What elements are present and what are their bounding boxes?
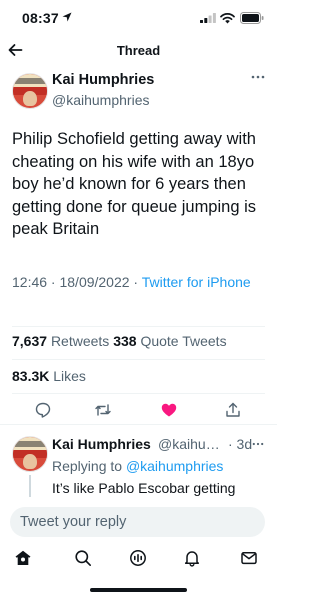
spaces-icon[interactable] <box>129 549 147 567</box>
likes-label[interactable]: Likes <box>53 368 86 384</box>
reply-composer[interactable] <box>10 507 265 537</box>
retweets-count[interactable]: 7,637 <box>12 333 47 349</box>
avatar-image-text <box>15 78 47 84</box>
replying-to-prefix: Replying to <box>52 458 126 474</box>
retweet-stats: 7,637 Retweets 338 Quote Tweets <box>12 333 227 349</box>
tweet-timestamp[interactable]: 12:46 · 18/09/2022 · <box>12 274 142 290</box>
more-horizontal-icon[interactable] <box>251 74 265 80</box>
search-icon[interactable] <box>74 549 92 567</box>
location-arrow-icon <box>62 12 72 22</box>
divider <box>12 359 265 360</box>
avatar-image-face <box>23 91 37 107</box>
comment-icon[interactable] <box>34 401 52 419</box>
retweet-icon[interactable] <box>94 401 112 419</box>
status-bar: 08:37 <box>0 0 277 36</box>
tweet-text: Philip Schofield getting away with cheat… <box>12 130 257 238</box>
divider <box>12 393 265 394</box>
retweets-label[interactable]: Retweets <box>51 333 109 349</box>
quotes-label[interactable]: Quote Tweets <box>140 333 226 349</box>
author-name[interactable]: Kai Humphries <box>52 72 154 88</box>
quotes-count[interactable]: 338 <box>113 333 136 349</box>
battery-icon <box>240 12 264 24</box>
reply-input[interactable] <box>10 507 265 537</box>
home-indicator[interactable] <box>90 588 187 592</box>
author-handle[interactable]: @kaihumphries <box>52 92 149 108</box>
divider <box>12 326 265 327</box>
avatar-image-text <box>15 441 47 447</box>
reply-author-avatar[interactable] <box>12 436 48 472</box>
tweet-actions <box>0 398 277 422</box>
home-icon[interactable] <box>14 549 32 567</box>
thread-header: Thread <box>0 36 277 64</box>
bell-icon[interactable] <box>183 549 201 567</box>
replying-to-handle[interactable]: @kaihumphries <box>126 458 223 474</box>
reply-text: It’s like Pablo Escobar getting <box>52 480 236 496</box>
tweet-source[interactable]: Twitter for iPhone <box>142 274 251 290</box>
tweet-meta: 12:46 · 18/09/2022 · Twitter for iPhone <box>12 272 274 293</box>
mail-icon[interactable] <box>240 549 258 567</box>
wifi-icon <box>220 13 235 24</box>
share-icon[interactable] <box>224 401 242 419</box>
thread-connector-line <box>29 475 31 497</box>
likes-count[interactable]: 83.3K <box>12 368 49 384</box>
cellular-signal-icon <box>200 13 216 23</box>
page-title: Thread <box>116 43 161 58</box>
heart-icon[interactable] <box>160 401 178 419</box>
divider <box>0 424 277 425</box>
status-time: 08:37 <box>22 10 59 26</box>
reply-author-handle[interactable]: @kaihumphries <box>158 436 220 452</box>
reply-author-name[interactable]: Kai Humphries <box>52 436 151 452</box>
replying-to: Replying to @kaihumphries <box>52 458 223 474</box>
avatar-image-face <box>23 454 37 470</box>
likes-stats: 83.3K Likes <box>12 368 86 384</box>
bottom-tab-bar <box>0 544 277 574</box>
more-horizontal-icon[interactable] <box>252 441 264 447</box>
reply-time[interactable]: · 3d <box>228 436 252 452</box>
author-avatar[interactable] <box>12 73 48 109</box>
